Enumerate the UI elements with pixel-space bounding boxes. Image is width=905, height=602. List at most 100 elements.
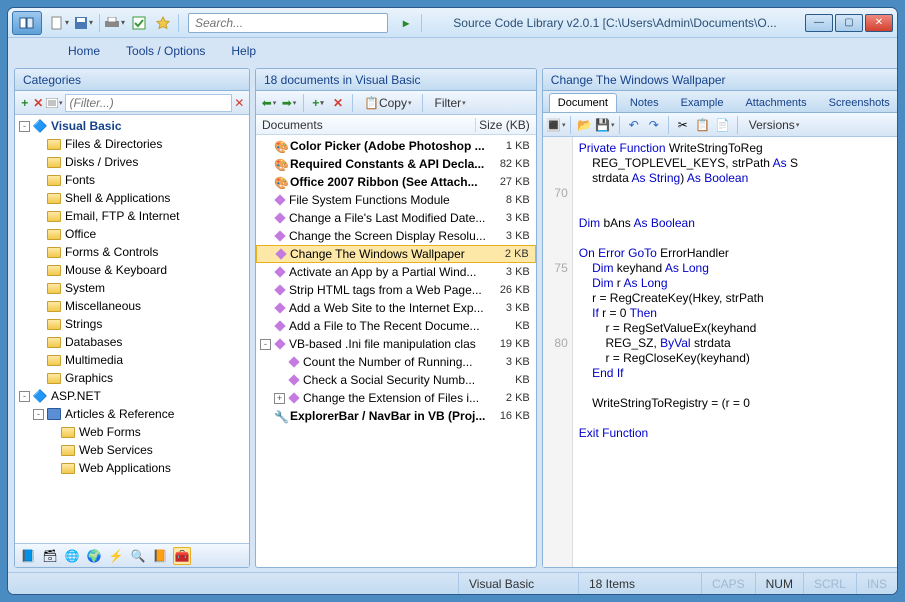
check-button[interactable] — [128, 12, 150, 34]
filter-dropdown[interactable]: Filter — [428, 94, 471, 112]
document-row[interactable]: 🎨Color Picker (Adobe Photoshop ...1 KB — [256, 137, 536, 155]
menu-help[interactable]: Help — [231, 44, 256, 58]
tree-node[interactable]: Web Forms — [15, 423, 249, 441]
tab-example[interactable]: Example — [672, 93, 733, 112]
lang-net-icon[interactable]: 🌍 — [85, 547, 103, 565]
document-row[interactable]: Change the Screen Display Resolu...3 KB — [256, 227, 536, 245]
menu-tools[interactable]: Tools / Options — [126, 44, 205, 58]
document-row[interactable]: Add a File to The Recent Docume...KB — [256, 317, 536, 335]
lang-db-icon[interactable]: 🗃 — [41, 547, 59, 565]
categories-filter-input[interactable] — [65, 94, 232, 112]
delete-document-button[interactable]: ✕ — [329, 94, 347, 112]
document-row[interactable]: -VB-based .Ini file manipulation clas19 … — [256, 335, 536, 353]
tree-node[interactable]: Web Applications — [15, 459, 249, 477]
document-row[interactable]: 🔧ExplorerBar / NavBar in VB (Proj...16 K… — [256, 407, 536, 425]
tree-node[interactable]: Miscellaneous — [15, 297, 249, 315]
tree-node[interactable]: Disks / Drives — [15, 153, 249, 171]
document-row[interactable]: Strip HTML tags from a Web Page...26 KB — [256, 281, 536, 299]
document-row[interactable]: 🎨Office 2007 Ribbon (See Attach...27 KB — [256, 173, 536, 191]
maximize-button[interactable]: ▢ — [835, 14, 863, 32]
tree-node[interactable]: -Articles & Reference — [15, 405, 249, 423]
save-dropdown[interactable] — [73, 12, 95, 34]
tab-document[interactable]: Document — [549, 93, 617, 112]
document-size: 3 KB — [486, 230, 536, 242]
app-menu-button[interactable] — [12, 11, 42, 35]
code-editor[interactable]: 707580 Private Function WriteStringToReg… — [543, 137, 897, 567]
tab-attachments[interactable]: Attachments — [736, 93, 815, 112]
lang-tools-icon[interactable]: 🧰 — [173, 547, 191, 565]
tree-node[interactable]: Forms & Controls — [15, 243, 249, 261]
print-dropdown[interactable] — [104, 12, 126, 34]
copy-dropdown[interactable]: 📋 Copy — [358, 94, 417, 112]
tree-node[interactable]: Databases — [15, 333, 249, 351]
lang-flash-icon[interactable]: ⚡ — [107, 547, 125, 565]
expand-toggle[interactable]: - — [260, 339, 271, 350]
document-row[interactable]: Change The Windows Wallpaper2 KB — [256, 245, 536, 263]
tree-node[interactable]: Graphics — [15, 369, 249, 387]
tree-node[interactable]: -🔷Visual Basic — [15, 117, 249, 135]
expand-toggle[interactable]: - — [19, 121, 30, 132]
expand-toggle[interactable]: - — [19, 391, 30, 402]
close-button[interactable]: ✕ — [865, 14, 893, 32]
documents-list[interactable]: 🎨Color Picker (Adobe Photoshop ...1 KB🎨R… — [256, 135, 536, 567]
clear-filter-button[interactable]: ✕ — [234, 94, 246, 112]
copy-button[interactable]: 📋 — [694, 116, 712, 134]
paste-button[interactable]: 📄 — [714, 116, 732, 134]
palette-icon: 🎨 — [274, 140, 286, 152]
tree-node[interactable]: System — [15, 279, 249, 297]
view-mode-dropdown[interactable]: 🔳 — [547, 116, 565, 134]
expand-toggle[interactable]: + — [274, 393, 285, 404]
tab-notes[interactable]: Notes — [621, 93, 668, 112]
lang-search-icon[interactable]: 🔍 — [129, 547, 147, 565]
code-content[interactable]: Private Function WriteStringToReg REG_TO… — [573, 137, 897, 567]
tool-icon: 🔧 — [274, 410, 286, 422]
open-button[interactable]: 📂 — [576, 116, 594, 134]
category-options-dropdown[interactable] — [46, 94, 63, 112]
new-dropdown[interactable] — [49, 12, 71, 34]
add-category-button[interactable]: + — [19, 94, 31, 112]
tab-screenshots[interactable]: Screenshots — [820, 93, 897, 112]
tree-node[interactable]: Strings — [15, 315, 249, 333]
palette-icon: 🎨 — [274, 176, 286, 188]
tree-node[interactable]: Multimedia — [15, 351, 249, 369]
redo-button[interactable]: ↷ — [645, 116, 663, 134]
cut-button[interactable]: ✂ — [674, 116, 692, 134]
lang-web-icon[interactable]: 🌐 — [63, 547, 81, 565]
tree-node[interactable]: Web Services — [15, 441, 249, 459]
col-size[interactable]: Size (KB) — [476, 118, 536, 132]
delete-category-button[interactable]: ✕ — [33, 94, 45, 112]
categories-tree[interactable]: -🔷Visual BasicFiles & DirectoriesDisks /… — [15, 115, 249, 543]
save-button[interactable]: 💾 — [596, 116, 614, 134]
forward-button[interactable]: ➡ — [280, 94, 298, 112]
tree-node[interactable]: Fonts — [15, 171, 249, 189]
document-row[interactable]: Change a File's Last Modified Date...3 K… — [256, 209, 536, 227]
tree-node[interactable]: Mouse & Keyboard — [15, 261, 249, 279]
tree-node[interactable]: Email, FTP & Internet — [15, 207, 249, 225]
lang-book-icon[interactable]: 📙 — [151, 547, 169, 565]
tree-node[interactable]: -🔷ASP.NET — [15, 387, 249, 405]
document-row[interactable]: File System Functions Module8 KB — [256, 191, 536, 209]
tree-node[interactable]: Office — [15, 225, 249, 243]
document-row[interactable]: Add a Web Site to the Internet Exp...3 K… — [256, 299, 536, 317]
expand-toggle[interactable]: - — [33, 409, 44, 420]
document-size: 19 KB — [486, 338, 536, 350]
tree-node[interactable]: Shell & Applications — [15, 189, 249, 207]
document-row[interactable]: +Change the Extension of Files i...2 KB — [256, 389, 536, 407]
palette-icon: 🎨 — [274, 158, 286, 170]
back-button[interactable]: ⬅ — [260, 94, 278, 112]
lang-vb-icon[interactable]: 📘 — [19, 547, 37, 565]
search-go-button[interactable]: ▸ — [395, 12, 417, 34]
favorite-button[interactable] — [152, 12, 174, 34]
undo-button[interactable]: ↶ — [625, 116, 643, 134]
add-document-button[interactable]: + — [309, 94, 327, 112]
document-row[interactable]: Activate an App by a Partial Wind...3 KB — [256, 263, 536, 281]
col-documents[interactable]: Documents — [256, 118, 476, 132]
tree-node[interactable]: Files & Directories — [15, 135, 249, 153]
search-input[interactable] — [188, 13, 388, 33]
document-row[interactable]: Count the Number of Running...3 KB — [256, 353, 536, 371]
document-row[interactable]: Check a Social Security Numb...KB — [256, 371, 536, 389]
minimize-button[interactable]: — — [805, 14, 833, 32]
versions-dropdown[interactable]: Versions — [743, 116, 806, 134]
document-row[interactable]: 🎨Required Constants & API Decla...82 KB — [256, 155, 536, 173]
menu-home[interactable]: Home — [68, 44, 100, 58]
